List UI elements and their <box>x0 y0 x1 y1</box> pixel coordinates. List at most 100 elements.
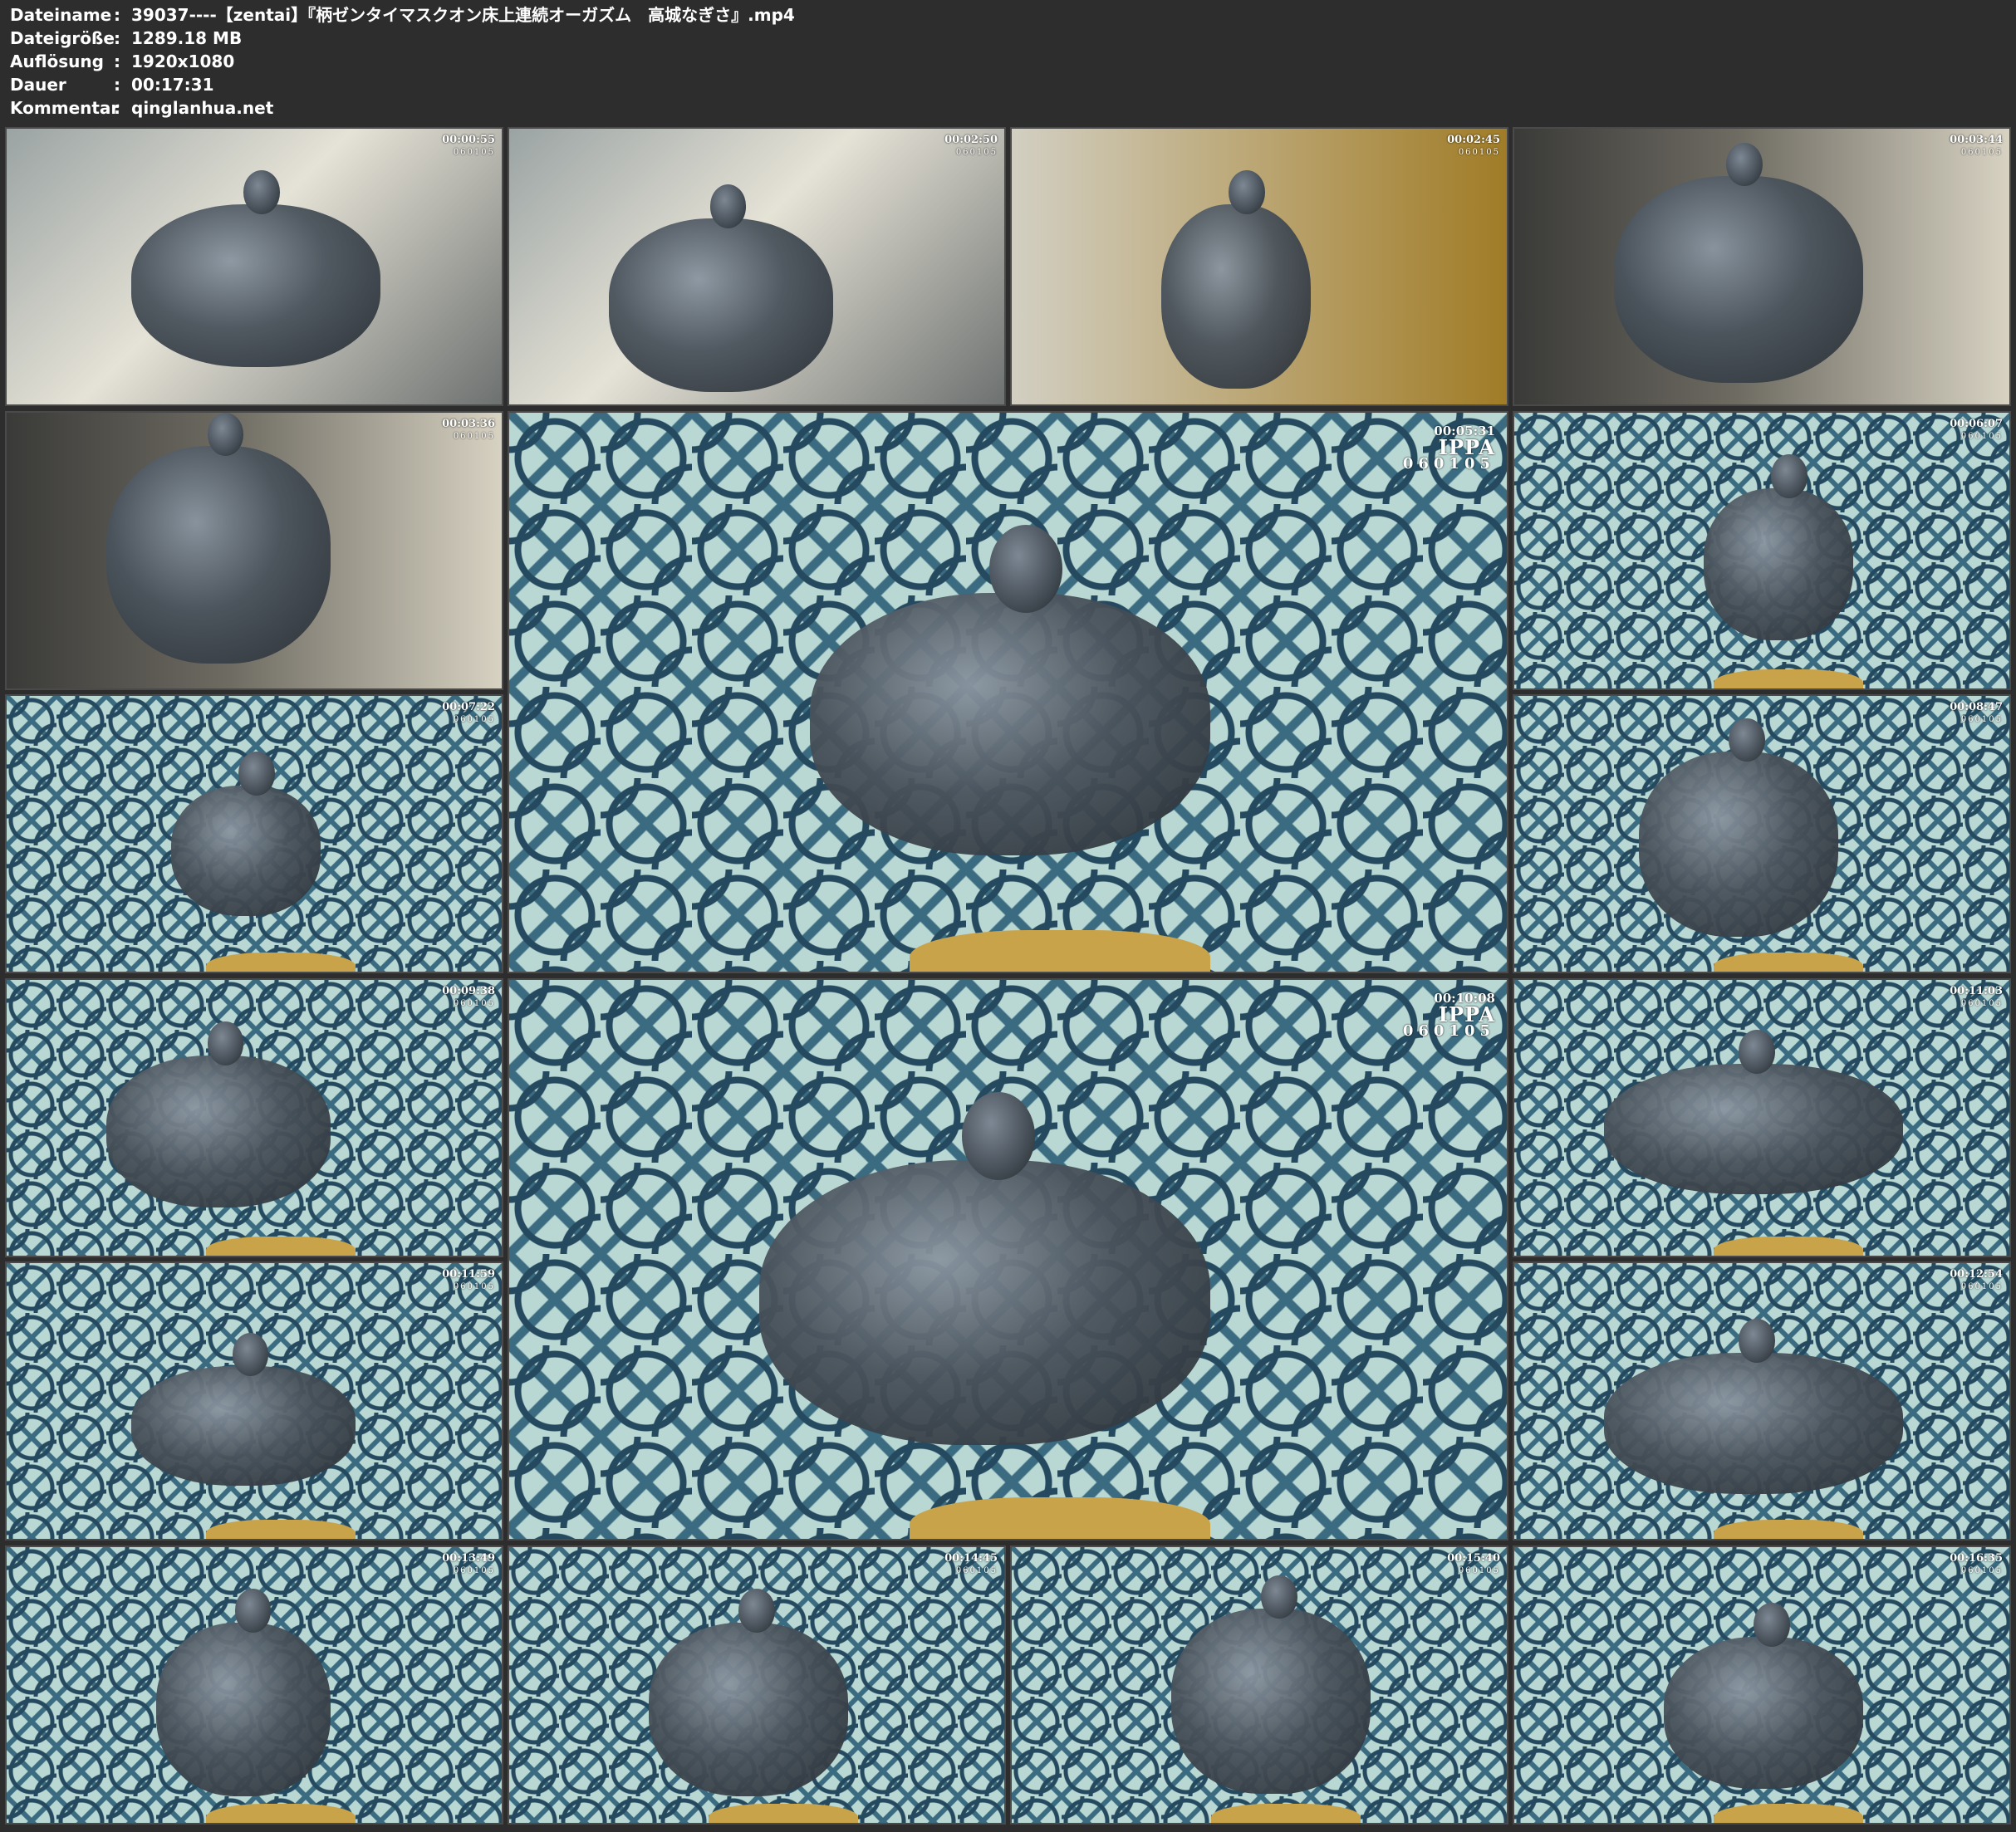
figure-head <box>238 752 275 796</box>
timestamp-text: 00:09:38 <box>442 985 495 997</box>
video-code-text: 060105 <box>955 1566 998 1575</box>
video-thumbnail[interactable]: 00:02:50 060105 <box>508 127 1006 406</box>
video-thumbnail[interactable]: 00:05:31 IPPA 060105 <box>508 411 1508 973</box>
chair-edge <box>709 1804 858 1823</box>
video-thumbnail[interactable]: 00:10:08 IPPA 060105 <box>508 978 1508 1541</box>
figure-silhouette <box>131 203 380 368</box>
timestamp-text: 00:08:47 <box>1950 701 2003 713</box>
video-thumbnail[interactable]: 00:11:59 060105 <box>5 1261 503 1541</box>
timestamp-text: 00:02:45 <box>1447 134 1500 146</box>
timestamp-overlay: 00:11:59 060105 <box>442 1268 495 1293</box>
video-code-text: 060105 <box>1960 1566 2003 1575</box>
timestamp-text: 00:12:54 <box>1950 1268 2003 1281</box>
video-thumbnail[interactable]: 00:12:54 060105 <box>1513 1261 2011 1541</box>
video-thumbnail[interactable]: 00:02:45 060105 <box>1010 127 1508 406</box>
figure-head <box>1739 1030 1775 1074</box>
timestamp-text: 00:07:22 <box>442 701 495 713</box>
video-code-text: 060105 <box>1402 1022 1495 1040</box>
video-thumbnail[interactable]: 00:00:55 060105 <box>5 127 503 406</box>
figure-head <box>207 413 244 457</box>
figure-head <box>1261 1575 1297 1619</box>
video-code-text: 060105 <box>1960 715 2003 724</box>
figure-silhouette <box>1171 1608 1371 1794</box>
ippa-logo: IPPA <box>1438 435 1495 459</box>
figure-silhouette <box>1604 1063 1903 1195</box>
figure-silhouette <box>156 1622 331 1797</box>
thumbnail-grid: 00:00:55 060105 00:02:50 060105 00:02:45 0601… <box>0 0 2016 1832</box>
video-code-text: 060105 <box>1458 1566 1500 1575</box>
figure-silhouette <box>1664 1636 1863 1789</box>
chair-edge <box>206 1520 356 1539</box>
figure-head <box>1754 1603 1790 1647</box>
video-code-text: 060105 <box>453 148 495 157</box>
figure-silhouette <box>1161 203 1311 389</box>
video-thumbnail[interactable]: 00:06:07 060105 <box>1513 411 2011 690</box>
video-code-text: 060105 <box>453 1282 495 1291</box>
figure-head <box>738 1589 775 1633</box>
figure-head <box>1729 718 1765 762</box>
video-thumbnail[interactable]: 00:14:45 060105 <box>508 1545 1006 1825</box>
figure-silhouette <box>809 592 1210 856</box>
timestamp-text: 00:06:07 <box>1950 418 2003 430</box>
figure-head <box>1771 454 1808 498</box>
video-thumbnail[interactable]: 00:13:49 060105 <box>5 1545 503 1825</box>
video-thumbnail[interactable]: 00:03:44 060105 <box>1513 127 2011 406</box>
video-thumbnail[interactable]: 00:09:38 060105 <box>5 978 503 1257</box>
video-code-text: 060105 <box>1960 1282 2003 1291</box>
figure-head <box>962 1092 1036 1180</box>
video-code-text: 060105 <box>1402 455 1495 473</box>
chair-edge <box>910 1496 1210 1539</box>
figure-silhouette <box>1604 1352 1903 1494</box>
chair-edge <box>206 1804 356 1823</box>
chair-edge <box>206 953 356 972</box>
timestamp-overlay: 00:08:47 060105 <box>1950 701 2003 726</box>
figure-silhouette <box>106 446 331 664</box>
figure-head <box>207 1021 244 1065</box>
video-thumbnail[interactable]: 00:15:40 060105 <box>1010 1545 1508 1825</box>
timestamp-overlay: 00:05:31 IPPA 060105 <box>1403 423 1495 473</box>
figure-head <box>234 1589 272 1633</box>
chair-edge <box>1714 1237 1863 1256</box>
timestamp-overlay: 00:13:49 060105 <box>442 1552 495 1577</box>
figure-silhouette <box>1704 487 1853 641</box>
video-code-text: 060105 <box>955 148 998 157</box>
timestamp-overlay: 00:03:36 060105 <box>442 418 495 443</box>
figure-silhouette <box>609 218 833 393</box>
video-code-text: 060105 <box>453 1566 495 1575</box>
chair-edge <box>1714 1520 1863 1539</box>
video-thumbnail[interactable]: 00:08:47 060105 <box>1513 694 2011 973</box>
video-code-text: 060105 <box>1458 148 1500 157</box>
timestamp-text: 00:13:49 <box>442 1552 495 1565</box>
timestamp-overlay: 00:12:54 060105 <box>1950 1268 2003 1293</box>
video-code-text: 060105 <box>1960 432 2003 441</box>
timestamp-overlay: 00:07:22 060105 <box>442 701 495 726</box>
chair-edge <box>1714 669 1863 688</box>
video-thumbnail[interactable]: 00:03:36 060105 <box>5 411 503 690</box>
figure-silhouette <box>1614 176 1863 384</box>
chair-edge <box>1714 953 1863 972</box>
timestamp-overlay: 00:09:38 060105 <box>442 985 495 1010</box>
figure-silhouette <box>759 1159 1210 1445</box>
timestamp-text: 00:03:36 <box>442 418 495 430</box>
timestamp-overlay: 00:15:40 060105 <box>1447 1552 1500 1577</box>
video-code-text: 060105 <box>1960 999 2003 1008</box>
figure-head <box>232 1333 269 1377</box>
video-thumbnail[interactable]: 00:11:03 060105 <box>1513 978 2011 1257</box>
video-thumbnail[interactable]: 00:07:22 060105 <box>5 694 503 973</box>
timestamp-overlay: 00:06:07 060105 <box>1950 418 2003 443</box>
timestamp-overlay: 00:02:45 060105 <box>1447 134 1500 159</box>
figure-head <box>709 184 747 228</box>
figure-silhouette <box>1639 752 1838 937</box>
timestamp-text: 00:11:59 <box>442 1268 495 1281</box>
timestamp-overlay: 00:03:44 060105 <box>1950 134 2003 159</box>
figure-silhouette <box>131 1366 356 1487</box>
timestamp-text: 00:16:35 <box>1950 1552 2003 1565</box>
chair-edge <box>206 1237 356 1256</box>
figure-head <box>1739 1319 1775 1363</box>
timestamp-overlay: 00:14:45 060105 <box>944 1552 998 1577</box>
figure-silhouette <box>649 1622 848 1797</box>
timestamp-text: 00:14:45 <box>944 1552 998 1565</box>
video-thumbnail[interactable]: 00:16:35 060105 <box>1513 1545 2011 1825</box>
video-code-text: 060105 <box>453 999 495 1008</box>
timestamp-text: 00:15:40 <box>1447 1552 1500 1565</box>
